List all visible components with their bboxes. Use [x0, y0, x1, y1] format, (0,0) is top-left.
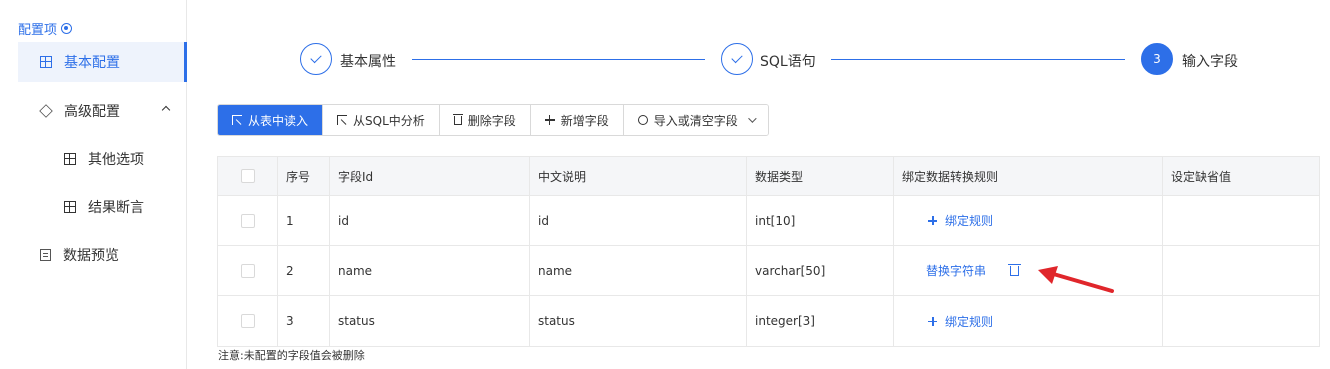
cell-index: 3: [278, 296, 330, 346]
annotation-arrow-icon: [1038, 266, 1114, 293]
row-checkbox[interactable]: [240, 263, 255, 278]
cell-type[interactable]: int[10]: [747, 196, 894, 245]
bind-rule-label: 绑定规则: [945, 214, 994, 228]
sidebar-item-other-options[interactable]: 其他选项: [18, 139, 187, 179]
step-1-label: 基本属性: [340, 54, 396, 70]
cell-index: 2: [278, 246, 330, 295]
row-checkbox[interactable]: [240, 213, 255, 228]
grid-icon: [64, 201, 76, 213]
fields-table: 序号 字段Id 中文说明 数据类型 绑定数据转换规则 设定缺省值 1 id id…: [217, 156, 1320, 347]
footnote: 注意:未配置的字段值会被删除: [218, 349, 365, 362]
delete-field-label: 删除字段: [467, 113, 516, 128]
plus-icon: [928, 216, 937, 225]
table-header-row: 序号 字段Id 中文说明 数据类型 绑定数据转换规则 设定缺省值: [218, 157, 1319, 196]
plus-icon: [928, 316, 937, 326]
plus-icon: [544, 115, 555, 125]
cell-field-id[interactable]: name: [330, 246, 530, 295]
sidebar-item-label: 其他选项: [88, 152, 144, 168]
column-header: 设定缺省值: [1171, 169, 1232, 184]
steps-bar: 基本属性 SQL语句 3 输入字段: [300, 43, 1250, 75]
cell-description[interactable]: status: [530, 296, 747, 346]
sidebar-item-label: 数据预览: [63, 248, 119, 264]
grid-icon: [40, 56, 52, 68]
gear-icon: [637, 115, 648, 125]
select-icon: [232, 115, 242, 125]
parse-from-sql-button[interactable]: 从SQL中分析: [323, 105, 440, 135]
cube-icon: [39, 104, 53, 118]
bind-rule-label: 绑定规则: [945, 314, 994, 329]
sidebar: 配置项 基本配置 高级配置 其他选项 结果断言 数据预览: [0, 0, 187, 369]
cell-index: 1: [278, 196, 330, 245]
grid-icon: [64, 153, 76, 165]
chevron-up-icon: [161, 105, 171, 115]
step-divider: [412, 59, 705, 60]
column-header: 数据类型: [747, 157, 894, 195]
cell-type[interactable]: varchar[50]: [747, 246, 894, 295]
gear-icon[interactable]: [61, 23, 73, 34]
trash-icon: [452, 113, 463, 125]
parse-from-sql-label: 从SQL中分析: [353, 113, 425, 128]
select-all-checkbox[interactable]: [240, 169, 255, 183]
column-header: 字段Id: [330, 157, 530, 195]
step-divider: [831, 59, 1125, 60]
sidebar-item-label: 高级配置: [64, 104, 120, 120]
sidebar-title: 配置项: [18, 19, 73, 38]
table-row: 1 id id int[10] 绑定规则: [218, 196, 1319, 246]
row-checkbox[interactable]: [240, 314, 255, 328]
sidebar-item-label: 基本配置: [64, 55, 120, 71]
sidebar-title-label: 配置项: [18, 23, 58, 38]
column-header: 绑定数据转换规则: [894, 157, 1163, 195]
cell-default[interactable]: [1163, 246, 1319, 295]
delete-field-button[interactable]: 删除字段: [439, 105, 531, 135]
column-header: 序号: [278, 157, 330, 195]
cell-field-id[interactable]: id: [330, 196, 530, 245]
cell-default[interactable]: [1163, 296, 1319, 346]
step-1-check-icon[interactable]: [300, 43, 332, 75]
cell-type[interactable]: integer[3]: [747, 296, 894, 346]
cell-description[interactable]: name: [530, 246, 747, 295]
sidebar-item-result-assertion[interactable]: 结果断言: [18, 187, 187, 227]
replace-string-rule-link[interactable]: 替换字符串: [926, 262, 986, 279]
read-from-table-label: 从表中读入: [248, 113, 309, 128]
document-search-icon: [40, 249, 51, 261]
import-or-clear-dropdown[interactable]: 导入或清空字段: [623, 105, 768, 135]
chevron-down-icon: [747, 114, 757, 123]
sidebar-item-basic-config[interactable]: 基本配置: [18, 42, 187, 82]
step-2-check-icon[interactable]: [721, 43, 753, 75]
add-field-label: 新增字段: [560, 113, 609, 128]
import-or-clear-label: 导入或清空字段: [653, 113, 738, 128]
select-icon: [337, 115, 348, 125]
cell-description[interactable]: id: [530, 196, 747, 245]
bind-rule-link[interactable]: 绑定规则: [928, 212, 993, 229]
sidebar-item-label: 结果断言: [88, 200, 144, 216]
add-field-button[interactable]: 新增字段: [530, 105, 624, 135]
column-header: 中文说明: [530, 157, 747, 195]
step-3-number[interactable]: 3: [1141, 43, 1173, 75]
field-toolbar: 从表中读入 从SQL中分析 删除字段 新增字段 导入或清空字段: [217, 104, 769, 136]
sidebar-item-data-preview[interactable]: 数据预览: [18, 235, 187, 275]
cell-field-id[interactable]: status: [330, 296, 530, 346]
cell-default[interactable]: [1163, 196, 1319, 245]
step-3-label: 输入字段: [1182, 54, 1238, 70]
read-from-table-button[interactable]: 从表中读入: [218, 105, 324, 135]
step-2-label: SQL语句: [760, 54, 816, 70]
trash-icon[interactable]: [1008, 263, 1022, 276]
sidebar-item-advanced-config[interactable]: 高级配置: [18, 91, 187, 131]
table-row: 2 name name varchar[50] 替换字符串: [218, 246, 1319, 296]
table-row: 3 status status integer[3] 绑定规则: [218, 296, 1319, 346]
bind-rule-link[interactable]: 绑定规则: [928, 313, 993, 330]
